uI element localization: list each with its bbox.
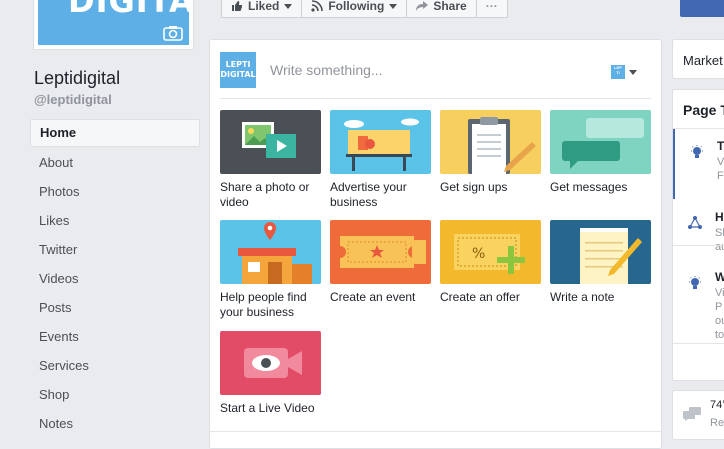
map-pin-store-icon <box>220 220 321 284</box>
cover-image: DIGITAL <box>38 0 189 45</box>
primary-action-button[interactable] <box>680 0 724 17</box>
tip-body: Slau <box>715 227 724 253</box>
tip-item[interactable]: Tr ViFo <box>673 129 724 199</box>
tile-write-note[interactable]: Write a note <box>550 220 651 305</box>
clipboard-icon <box>440 110 541 174</box>
nav-item-likes[interactable]: Likes <box>30 206 200 235</box>
tile-help-people-find-business[interactable]: Help people find your business <box>220 220 321 320</box>
tile-label: Write a note <box>550 290 615 304</box>
lightbulb-icon <box>691 145 703 158</box>
page-handle[interactable]: @leptidigital <box>34 92 112 107</box>
divider <box>673 343 724 344</box>
lightbulb-icon <box>689 276 701 289</box>
following-button[interactable]: Following <box>302 0 408 17</box>
tip-title: H <box>715 210 724 224</box>
page-tips-title: Page T <box>683 102 724 118</box>
share-button[interactable]: Share <box>407 0 477 17</box>
tip-title: Tr <box>717 139 724 153</box>
share-nodes-icon <box>688 216 702 229</box>
liked-label: Liked <box>248 0 280 13</box>
photo-video-icon <box>220 110 321 174</box>
nav-item-home[interactable]: Home <box>30 119 200 147</box>
live-video-icon <box>220 331 321 395</box>
tile-label: Create an offer <box>440 290 520 304</box>
response-label: Re <box>710 417 724 429</box>
post-composer[interactable]: LEPTI DIGITAL Write something... LEP TI <box>220 50 651 99</box>
share-label: Share <box>433 0 467 13</box>
tile-start-live-video[interactable]: Start a Live Video <box>220 331 321 416</box>
tile-label: Get sign ups <box>440 180 508 194</box>
page-tips-card: Page T Tr ViFo H Slau W ViPouto <box>672 89 724 381</box>
ticket-icon <box>330 220 431 284</box>
page-nav: Home About Photos Likes Twitter Videos P… <box>30 119 200 438</box>
tile-label: Create an event <box>330 290 416 304</box>
tip-title: W <box>715 270 724 284</box>
nav-item-events[interactable]: Events <box>30 322 200 351</box>
page-action-bar: Liked Following Share ··· <box>221 0 508 18</box>
thumbs-up-icon <box>232 1 242 11</box>
tile-label: Advertise your business <box>330 180 407 209</box>
post-as-selector[interactable]: LEP TI <box>611 65 637 79</box>
tile-create-offer[interactable]: % Create an offer <box>440 220 541 305</box>
liked-button[interactable]: Liked <box>222 0 303 17</box>
share-arrow-icon <box>416 1 429 11</box>
tile-share-photo-video[interactable]: Share a photo or video <box>220 110 321 210</box>
chevron-down-icon <box>629 69 637 75</box>
avatar-text-line1: LEPTI <box>225 60 251 69</box>
chevron-down-icon <box>389 3 398 9</box>
tip-body: ViPouto <box>715 287 724 341</box>
page-title: Leptidigital <box>34 68 121 88</box>
messages-icon <box>550 110 651 174</box>
avatar-text-line2: DIGITAL <box>220 70 256 79</box>
note-icon <box>550 220 651 284</box>
nav-item-about[interactable]: About <box>30 148 200 177</box>
advertise-icon <box>330 110 431 174</box>
chevron-down-icon <box>284 3 293 9</box>
divider <box>210 431 661 432</box>
marketplace-label: Market <box>683 53 723 68</box>
rss-icon <box>311 0 324 12</box>
nav-item-videos[interactable]: Videos <box>30 264 200 293</box>
tile-create-event[interactable]: Create an event <box>330 220 431 305</box>
responsiveness-card: 74° Re <box>672 390 724 440</box>
tip-body: ViFo <box>717 156 724 182</box>
offer-icon: % <box>440 220 541 284</box>
tile-advertise-business[interactable]: Advertise your business <box>330 110 431 210</box>
nav-item-notes[interactable]: Notes <box>30 409 200 438</box>
create-post-card: LEPTIDIGITAL Write something... LEPTI <box>209 39 662 449</box>
tile-label: Get messages <box>550 180 628 194</box>
svg-text:%: % <box>472 246 485 262</box>
nav-item-shop[interactable]: Shop <box>30 380 200 409</box>
more-dots-icon: ··· <box>485 0 498 13</box>
nav-item-photos[interactable]: Photos <box>30 177 200 206</box>
nav-item-services[interactable]: Services <box>30 351 200 380</box>
page-avatar-small: LEP TI <box>611 65 625 79</box>
page-avatar: LEPTI DIGITAL <box>220 52 256 88</box>
nav-item-posts[interactable]: Posts <box>30 293 200 322</box>
tile-label: Share a photo or video <box>220 180 310 209</box>
more-button[interactable]: ··· <box>477 0 507 17</box>
tile-get-messages[interactable]: Get messages <box>550 110 651 195</box>
write-something-input[interactable]: Write something... <box>270 62 383 78</box>
nav-item-twitter[interactable]: Twitter <box>30 235 200 264</box>
cover-thumbnail[interactable]: DIGITAL <box>33 0 194 50</box>
tile-label: Start a Live Video <box>220 401 315 415</box>
message-bubbles-icon <box>683 407 701 421</box>
cover-text: DIGITAL <box>68 0 189 20</box>
following-label: Following <box>328 0 385 13</box>
tile-label: Help people find your business <box>220 290 307 319</box>
tile-get-sign-ups[interactable]: Get sign ups <box>440 110 541 195</box>
camera-icon[interactable] <box>163 25 183 41</box>
divider <box>673 245 724 246</box>
tip-item[interactable]: W ViPouto <box>673 260 724 341</box>
response-rate: 74° <box>710 399 724 411</box>
marketplace-card[interactable]: Market <box>672 39 724 79</box>
